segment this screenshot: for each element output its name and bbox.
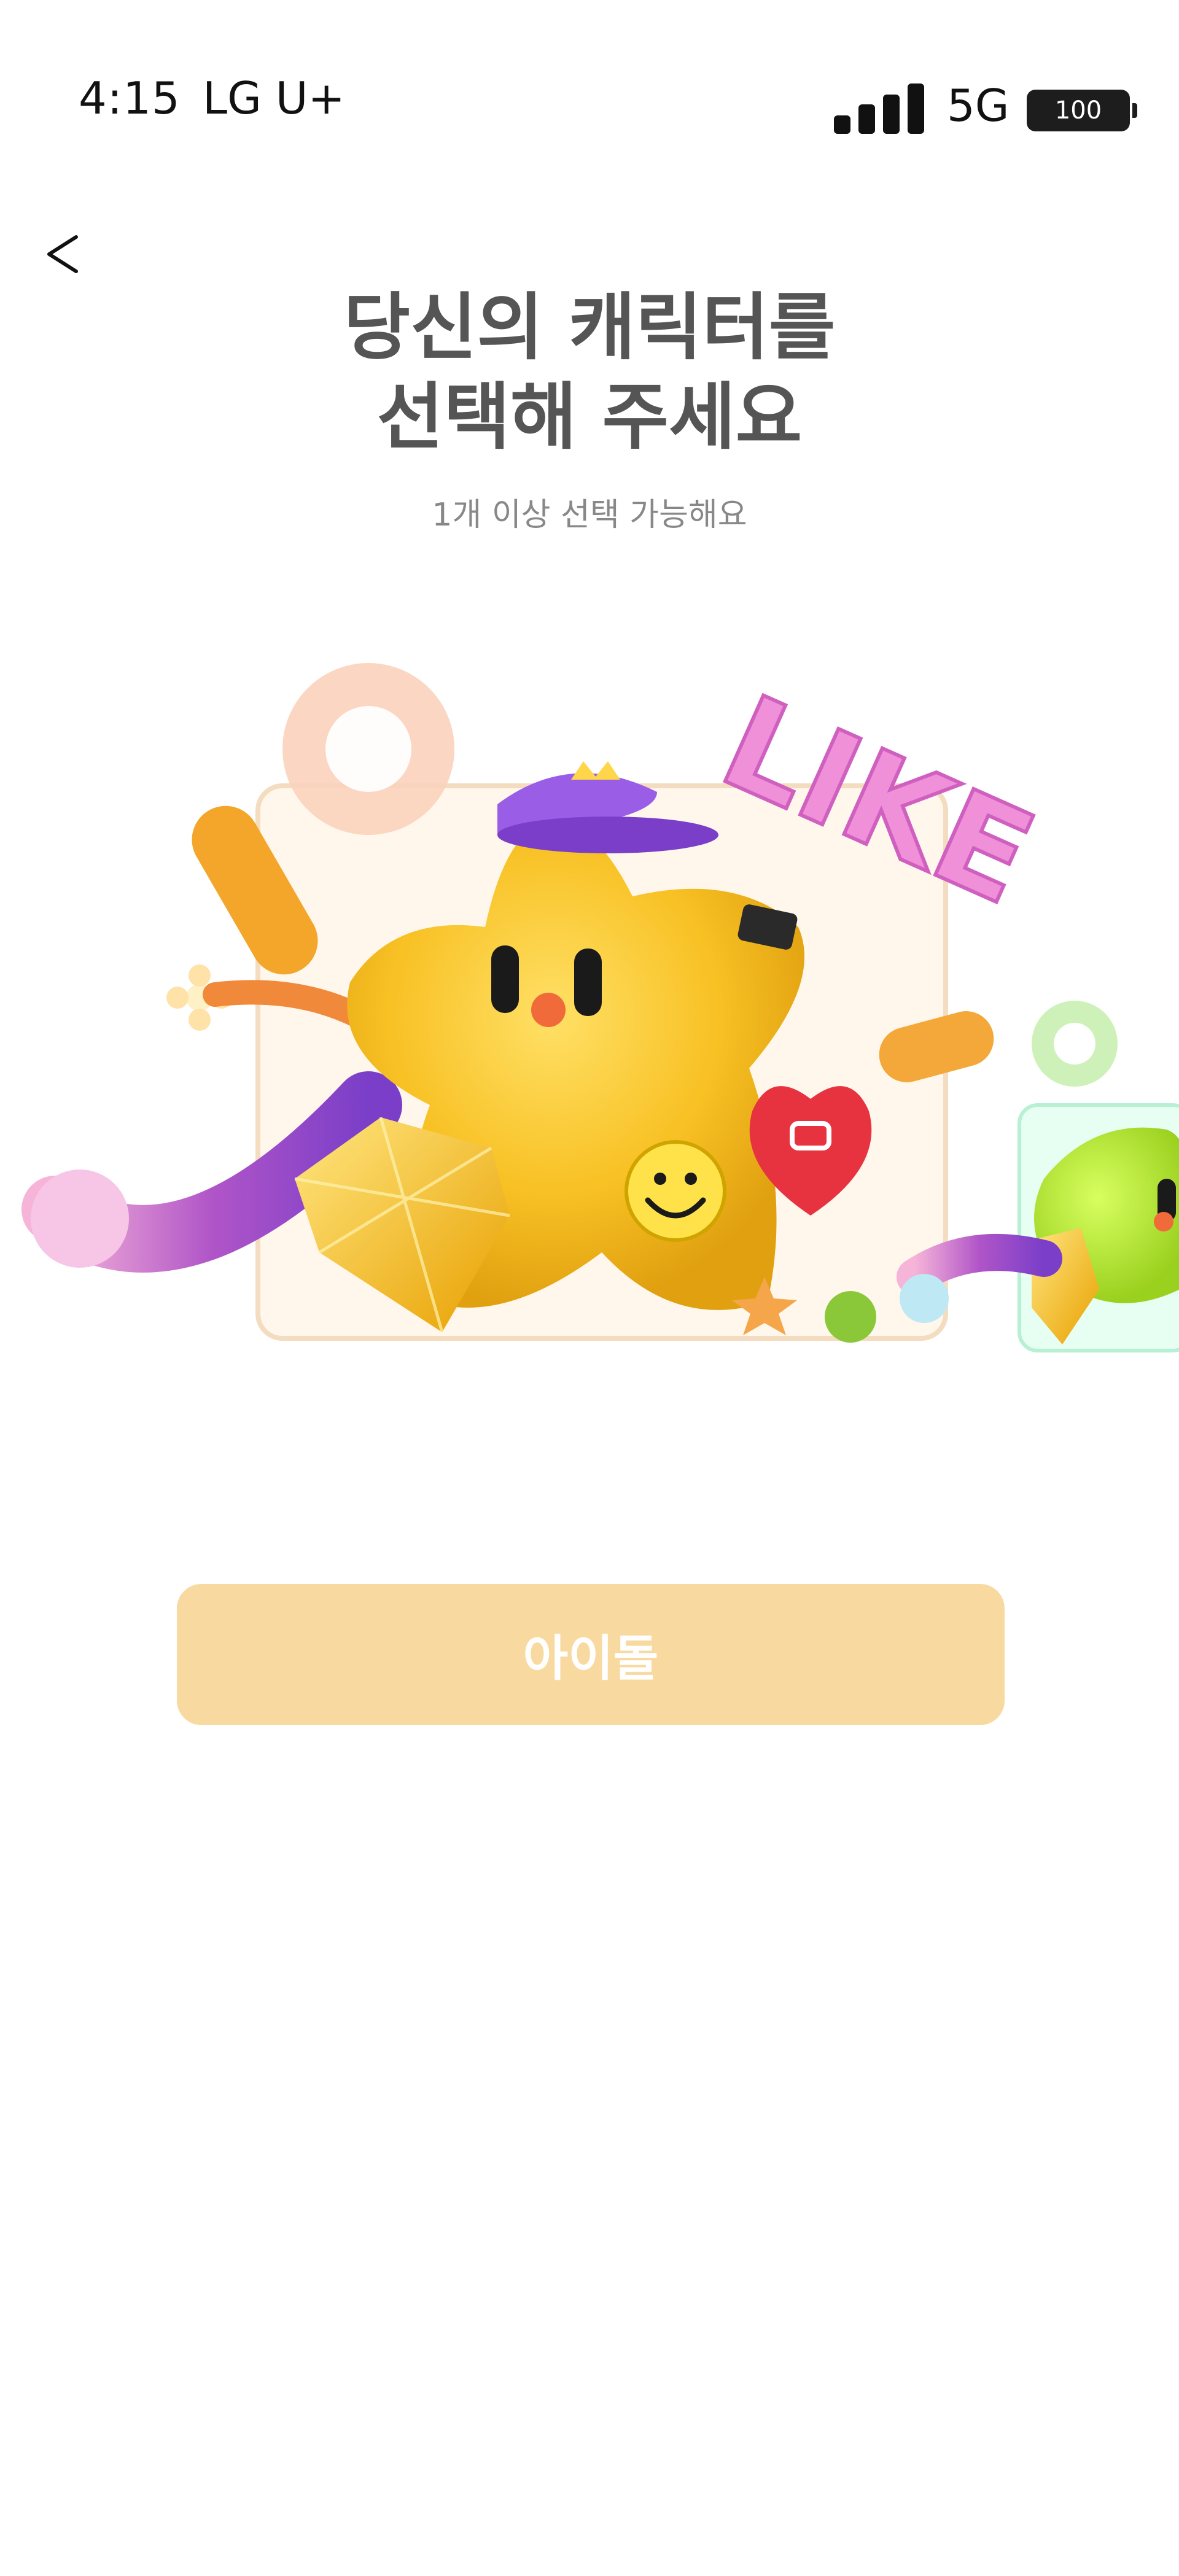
smiley-badge (625, 1140, 726, 1242)
character-illustration: LIKE (21, 663, 1179, 1352)
battery-level: 100 (1054, 96, 1102, 125)
green-chat-icon (825, 1291, 876, 1343)
character-carousel[interactable]: LIKE (0, 638, 1179, 1437)
nose (531, 993, 566, 1027)
idol-select-button[interactable]: 아이돌 (177, 1584, 1005, 1725)
signal-icon (834, 83, 925, 134)
battery-icon: 100 (1027, 90, 1137, 131)
idol-select-button-label: 아이돌 (523, 1630, 659, 1687)
left-eye (491, 945, 519, 1013)
status-carrier: LG U+ (203, 72, 345, 124)
page-subtitle: 1개 이상 선택 가능해요 (432, 497, 747, 533)
network-type: 5G (947, 80, 1010, 131)
status-bar: 4:15 LG U+ 5G 100 (0, 0, 1179, 172)
cloud-puff (31, 1170, 129, 1268)
page-title-line2: 선택해 주세요 (376, 374, 803, 459)
right-eye (574, 949, 602, 1016)
page-title: 당신의 캐릭터를 선택해 주세요 (0, 282, 1179, 462)
page-title-line1: 당신의 캐릭터를 (343, 285, 836, 370)
status-time: 4:15 (79, 72, 181, 124)
chat-bubble-icon (282, 663, 454, 835)
